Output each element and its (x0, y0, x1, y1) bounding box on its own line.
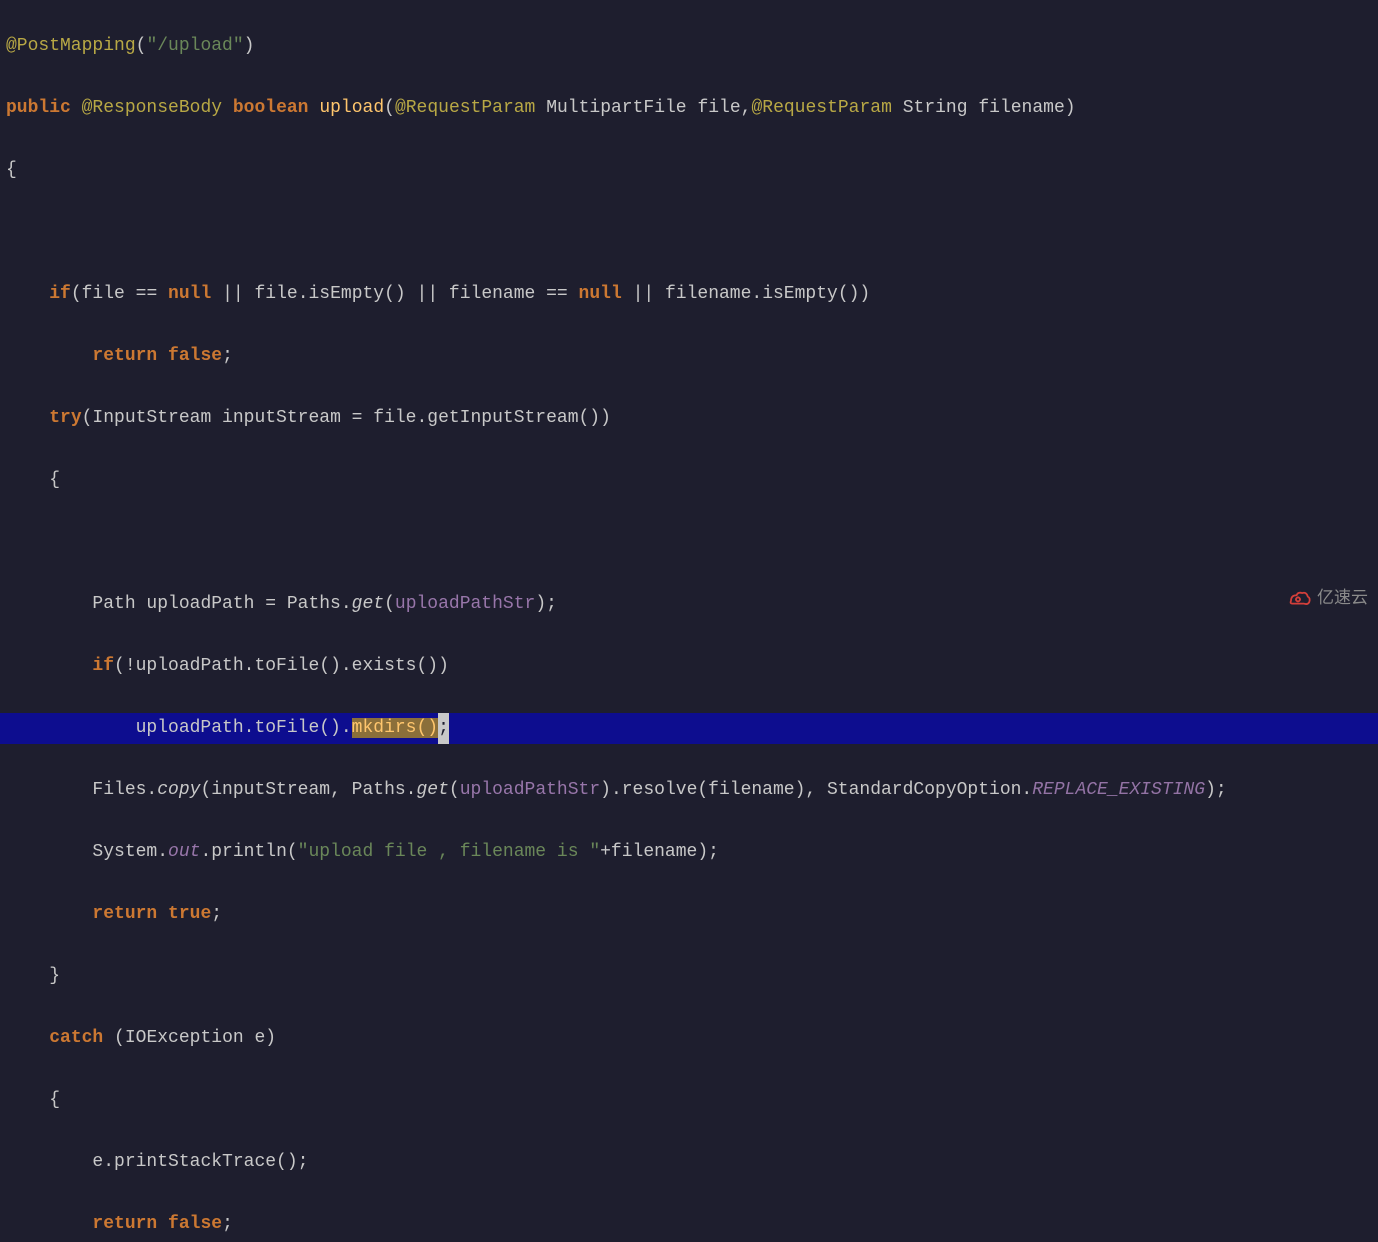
statement: Path uploadPath = Paths. (92, 594, 351, 614)
field-uploadpathstr: uploadPathStr (460, 780, 600, 800)
type-multipartfile: MultipartFile (546, 98, 686, 118)
code-line-19[interactable]: e.printStackTrace(); (0, 1147, 1378, 1178)
println-call: .println( (200, 842, 297, 862)
keyword-false: false (168, 1214, 222, 1234)
code-line-11[interactable]: if(!uploadPath.toFile().exists()) (0, 651, 1378, 682)
code-line-9[interactable] (0, 527, 1378, 558)
method-get: get (417, 780, 449, 800)
brace-close: } (49, 966, 60, 986)
code-line-15[interactable]: return true; (0, 899, 1378, 930)
keyword-null: null (168, 284, 211, 304)
field-out: out (168, 842, 200, 862)
code-line-20[interactable]: return false; (0, 1209, 1378, 1240)
keyword-true: true (168, 904, 211, 924)
catch-param: (IOException e) (114, 1028, 276, 1048)
param-filename: filename (978, 98, 1064, 118)
code-line-6[interactable]: return false; (0, 341, 1378, 372)
concat-filename: +filename); (600, 842, 719, 862)
field-uploadpathstr: uploadPathStr (395, 594, 535, 614)
statement: uploadPath.toFile(). (136, 718, 352, 738)
code-line-12-highlighted[interactable]: uploadPath.toFile().mkdirs(); (0, 713, 1378, 744)
type-string: String (903, 98, 968, 118)
keyword-return: return (92, 904, 157, 924)
keyword-if: if (49, 284, 71, 304)
semicolon: ; (222, 346, 233, 366)
brace-open: { (49, 470, 60, 490)
watermark-cloud-icon (1284, 588, 1312, 608)
string-literal: "/upload" (146, 36, 243, 56)
condition: file.isEmpty() || filename == (254, 284, 578, 304)
close: ); (1205, 780, 1227, 800)
paren-close: ); (535, 594, 557, 614)
operator-or: || (211, 284, 254, 304)
brace-open: { (6, 160, 17, 180)
system-class: System. (92, 842, 168, 862)
code-line-16[interactable]: } (0, 961, 1378, 992)
annotation-responsebody: @ResponseBody (82, 98, 222, 118)
watermark-text: 亿速云 (1317, 582, 1368, 613)
code-line-1[interactable]: @PostMapping("/upload") (0, 31, 1378, 62)
resolve-call: ).resolve(filename), StandardCopyOption. (600, 780, 1032, 800)
code-line-4[interactable] (0, 217, 1378, 248)
code-line-14[interactable]: System.out.println("upload file , filena… (0, 837, 1378, 868)
brace-open: { (49, 1090, 60, 1110)
keyword-if: if (92, 656, 114, 676)
condition: filename.isEmpty()) (665, 284, 870, 304)
code-line-18[interactable]: { (0, 1085, 1378, 1116)
watermark: 亿速云 (1284, 582, 1368, 613)
keyword-try: try (49, 408, 81, 428)
keyword-public: public (6, 98, 71, 118)
keyword-return: return (92, 1214, 157, 1234)
code-line-3[interactable]: { (0, 155, 1378, 186)
keyword-null: null (579, 284, 622, 304)
annotation-requestparam: @RequestParam (751, 98, 891, 118)
keyword-false: false (168, 346, 222, 366)
code-line-10[interactable]: Path uploadPath = Paths.get(uploadPathSt… (0, 589, 1378, 620)
keyword-catch: catch (49, 1028, 103, 1048)
keyword-boolean: boolean (233, 98, 309, 118)
code-line-5[interactable]: if(file == null || file.isEmpty() || fil… (0, 279, 1378, 310)
condition: (file == (71, 284, 168, 304)
paren: ) (244, 36, 255, 56)
method-mkdirs-highlighted: mkdirs (352, 718, 417, 738)
condition: (!uploadPath.toFile().exists()) (114, 656, 449, 676)
paren: ( (136, 36, 147, 56)
annotation-requestparam: @RequestParam (395, 98, 535, 118)
files-class: Files. (92, 780, 157, 800)
code-line-2[interactable]: public @ResponseBody boolean upload(@Req… (0, 93, 1378, 124)
method-upload: upload (319, 98, 384, 118)
method-get: get (352, 594, 384, 614)
paren: ( (384, 594, 395, 614)
paren: ( (449, 780, 460, 800)
param-file: file (697, 98, 740, 118)
args: (inputStream, Paths. (200, 780, 416, 800)
code-line-17[interactable]: catch (IOException e) (0, 1023, 1378, 1054)
constant-replace-existing: REPLACE_EXISTING (1032, 780, 1205, 800)
string-literal: "upload file , filename is " (298, 842, 600, 862)
operator-or: || (622, 284, 665, 304)
keyword-return: return (92, 346, 157, 366)
code-line-13[interactable]: Files.copy(inputStream, Paths.get(upload… (0, 775, 1378, 806)
paren: ( (384, 98, 395, 118)
paren: ) (1065, 98, 1076, 118)
parens-highlighted: () (416, 718, 438, 738)
comma: , (741, 98, 752, 118)
annotation-postmapping: @PostMapping (6, 36, 136, 56)
cursor: ; (438, 713, 449, 744)
code-line-7[interactable]: try(InputStream inputStream = file.getIn… (0, 403, 1378, 434)
code-editor[interactable]: @PostMapping("/upload") public @Response… (0, 0, 1378, 1242)
code-line-8[interactable]: { (0, 465, 1378, 496)
statement: e.printStackTrace(); (92, 1152, 308, 1172)
semicolon: ; (222, 1214, 233, 1234)
semicolon: ; (211, 904, 222, 924)
method-copy: copy (157, 780, 200, 800)
try-resource: (InputStream inputStream = file.getInput… (82, 408, 611, 428)
